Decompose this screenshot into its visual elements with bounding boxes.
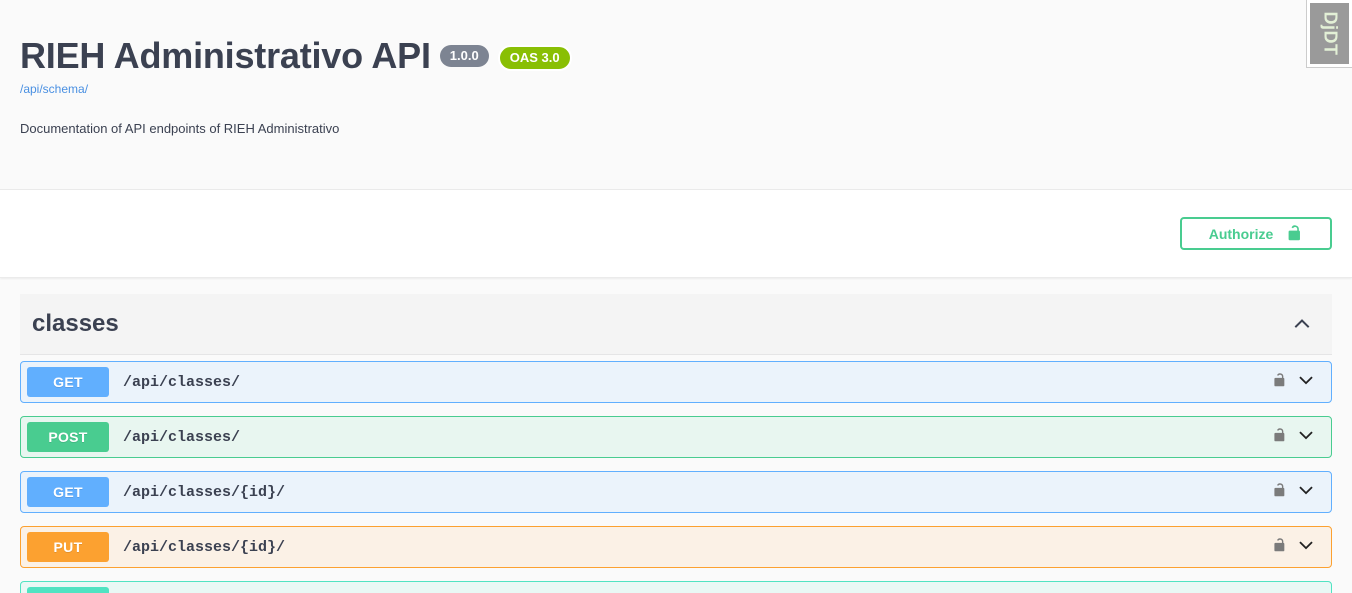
api-description: Documentation of API endpoints of RIEH A…: [20, 120, 340, 136]
page-title: RIEH Administrativo API: [20, 35, 431, 76]
operation-path: /api/classes/{id}/: [123, 483, 286, 501]
chevron-down-icon[interactable]: [1297, 426, 1315, 449]
operation-row[interactable]: PUT /api/classes/{id}/: [20, 526, 1332, 568]
tag-header-classes[interactable]: classes: [20, 294, 1332, 355]
unlock-icon: [1287, 224, 1303, 244]
method-badge: GET: [27, 367, 109, 397]
method-badge: PUT: [27, 532, 109, 562]
api-title-row: RIEH Administrativo API 1.0.0 OAS 3.0: [20, 0, 1332, 76]
operation-row[interactable]: GET /api/classes/{id}/: [20, 471, 1332, 513]
unlock-icon[interactable]: [1273, 427, 1287, 448]
scheme-container: Authorize: [0, 190, 1352, 278]
schema-url-link[interactable]: /api/schema/: [20, 82, 1332, 96]
operation-controls: [1273, 481, 1321, 504]
operation-path: /api/classes/{id}/: [123, 538, 286, 556]
operation-controls: [1273, 371, 1321, 394]
operation-row[interactable]: GET /api/classes/: [20, 361, 1332, 403]
operations-wrapper: classes GET /api/classes/ POST /api/clas…: [0, 294, 1352, 593]
chevron-down-icon[interactable]: [1297, 481, 1315, 504]
djdt-handle-inner: DjDT: [1310, 3, 1349, 64]
method-badge: POST: [27, 422, 109, 452]
djdt-label: DjDT: [1320, 11, 1340, 56]
swagger-ui-root: RIEH Administrativo API 1.0.0 OAS 3.0 /a…: [0, 0, 1352, 593]
operation-row[interactable]: POST /api/classes/: [20, 416, 1332, 458]
unlock-icon[interactable]: [1273, 372, 1287, 393]
authorize-button-label: Authorize: [1208, 225, 1274, 242]
api-info-block: RIEH Administrativo API 1.0.0 OAS 3.0 /a…: [0, 0, 1352, 190]
operation-controls: [1273, 536, 1321, 559]
operation-controls: [1273, 426, 1321, 449]
unlock-icon[interactable]: [1273, 482, 1287, 503]
operation-path: /api/classes/: [123, 373, 241, 391]
oas-version-badge: OAS 3.0: [497, 45, 572, 71]
authorize-button[interactable]: Authorize: [1180, 217, 1332, 250]
django-debug-toolbar-handle[interactable]: DjDT: [1306, 0, 1352, 68]
method-badge: PATCH: [27, 587, 109, 593]
tag-section-classes: classes GET /api/classes/ POST /api/clas…: [20, 294, 1332, 593]
chevron-down-icon[interactable]: [1297, 371, 1315, 394]
version-badge: 1.0.0: [439, 45, 489, 67]
tag-name-label: classes: [32, 310, 119, 337]
unlock-icon[interactable]: [1273, 537, 1287, 558]
operation-row[interactable]: PATCH: [20, 581, 1332, 593]
operation-path: /api/classes/: [123, 428, 241, 446]
method-badge: GET: [27, 477, 109, 507]
chevron-up-icon[interactable]: [1292, 314, 1312, 334]
operation-list: GET /api/classes/ POST /api/classes/ GET…: [20, 355, 1332, 593]
chevron-down-icon[interactable]: [1297, 536, 1315, 559]
